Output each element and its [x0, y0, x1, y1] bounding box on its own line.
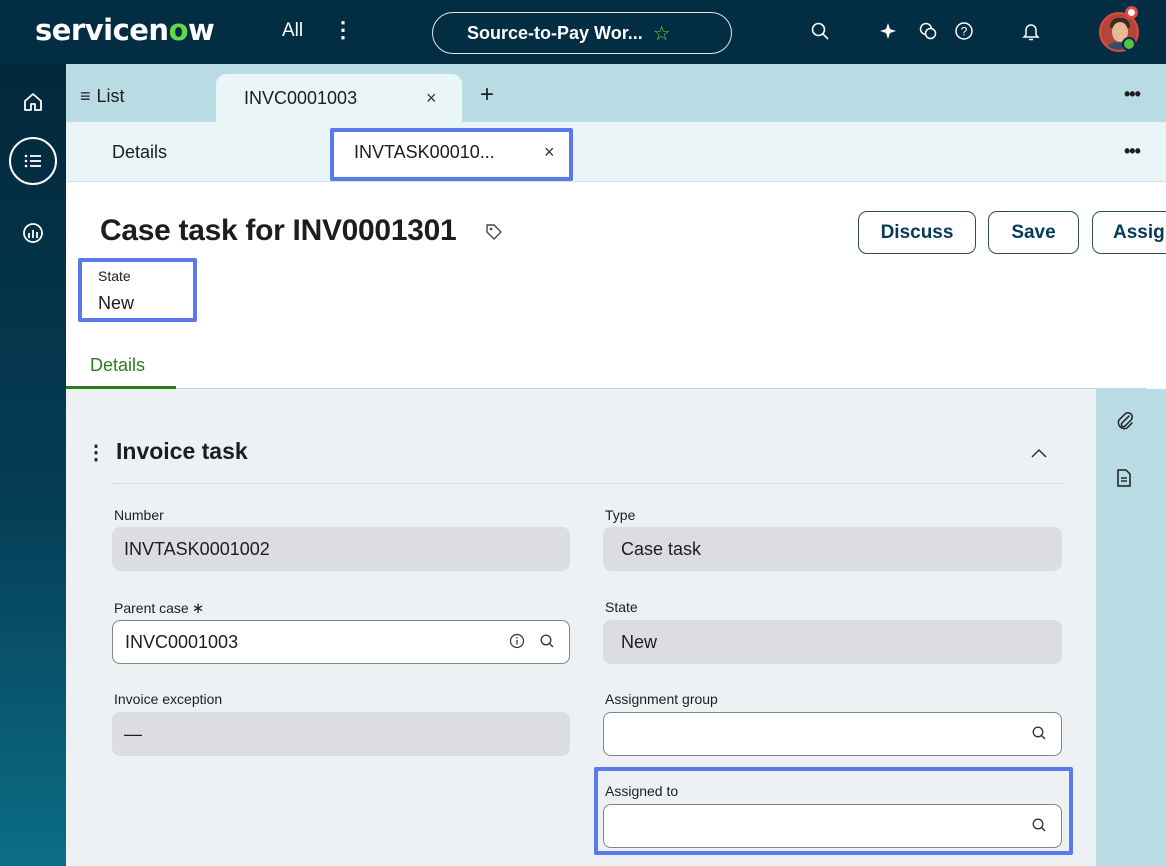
add-tab-icon[interactable]: + — [480, 81, 494, 109]
assign-button[interactable]: Assig — [1092, 211, 1166, 254]
tag-icon[interactable] — [484, 222, 504, 247]
discuss-button[interactable]: Discuss — [858, 211, 976, 254]
notifications-bell-icon[interactable] — [1017, 17, 1045, 45]
state-label: State — [605, 599, 638, 615]
highlight-box-state — [78, 258, 197, 322]
right-rail — [1096, 389, 1166, 866]
section-menu-icon[interactable]: ⋮ — [86, 440, 106, 465]
lookup-search-icon[interactable] — [1031, 725, 1047, 746]
analytics-icon[interactable] — [9, 209, 57, 257]
tab-details[interactable]: Details — [90, 355, 145, 376]
assigned-to-input[interactable] — [603, 804, 1062, 848]
state-value: New — [621, 631, 658, 652]
sub-tabs: Details INVTASK00010... × ••• — [66, 122, 1166, 182]
sub-tab-details[interactable]: Details — [112, 142, 167, 163]
state-field: New — [603, 620, 1062, 664]
svg-text:?: ? — [961, 25, 968, 39]
sparkle-icon[interactable] — [874, 17, 902, 45]
attachment-paperclip-icon[interactable] — [1115, 410, 1135, 437]
header-state-label: State — [98, 268, 131, 284]
record-tab[interactable]: INVC0001003 × — [216, 74, 462, 122]
list-tab[interactable]: ≡ List — [80, 86, 125, 107]
presence-status-badge — [1122, 37, 1136, 51]
chevron-up-icon[interactable] — [1030, 446, 1048, 464]
page-title: Case task for INV0001301 — [100, 214, 457, 247]
close-subtab-icon[interactable]: × — [544, 142, 555, 163]
document-icon[interactable] — [1115, 468, 1133, 493]
servicenow-logo[interactable]: servicenow — [35, 13, 215, 47]
type-label: Type — [605, 507, 636, 523]
header-state-value: New — [98, 293, 135, 313]
sub-tab-task[interactable]: INVTASK00010... × — [334, 128, 572, 176]
number-value: INVTASK0001002 — [124, 538, 270, 559]
hamburger-icon: ≡ — [80, 86, 91, 106]
section-title: Invoice task — [116, 438, 248, 464]
lookup-search-icon[interactable] — [539, 633, 555, 654]
section-divider — [112, 483, 1062, 484]
parent-case-value: INVC0001003 — [125, 631, 239, 652]
star-icon[interactable]: ☆ — [653, 21, 671, 46]
assignment-group-label: Assignment group — [605, 691, 718, 707]
number-field: INVTASK0001002 — [112, 527, 570, 571]
application-scope-pill[interactable]: Source-to-Pay Wor... ☆ — [432, 12, 732, 54]
assignment-group-input[interactable] — [603, 712, 1062, 756]
lookup-search-icon[interactable] — [1031, 817, 1047, 838]
scope-label: Source-to-Pay Wor... — [467, 22, 643, 43]
assigned-to-label: Assigned to — [605, 783, 679, 799]
sub-task-tab-label: INVTASK00010... — [354, 141, 495, 162]
home-icon[interactable] — [9, 78, 57, 126]
left-navigation — [0, 64, 66, 866]
list-icon[interactable] — [9, 137, 57, 185]
invoice-exception-value: — — [124, 723, 142, 744]
invoice-exception-label: Invoice exception — [114, 691, 223, 707]
avatar-notification-badge — [1125, 6, 1138, 19]
record-tab-label: INVC0001003 — [244, 87, 358, 108]
number-label: Number — [114, 507, 164, 523]
tabs-overflow-menu-icon[interactable]: ••• — [1124, 84, 1141, 105]
parent-case-label: Parent case ∗ — [114, 600, 205, 617]
type-field: Case task — [603, 527, 1062, 571]
required-indicator: ∗ — [191, 600, 205, 617]
list-tab-label: List — [96, 86, 125, 106]
subtabs-overflow-menu-icon[interactable]: ••• — [1124, 141, 1141, 162]
help-icon[interactable]: ? — [950, 17, 978, 45]
top-bar: servicenow All ⋮ Source-to-Pay Wor... ☆ … — [0, 0, 1166, 64]
more-vertical-icon[interactable]: ⋮ — [332, 17, 354, 43]
search-icon[interactable] — [806, 17, 834, 45]
parent-case-input[interactable]: INVC0001003 — [112, 620, 570, 664]
info-icon[interactable] — [509, 633, 525, 654]
all-menu-button[interactable]: All — [282, 20, 303, 42]
workspace-tabs: ≡ List INVC0001003 × + ••• — [66, 64, 1166, 122]
close-tab-icon[interactable]: × — [426, 88, 437, 109]
invoice-exception-field: — — [112, 712, 570, 756]
save-button[interactable]: Save — [988, 211, 1079, 254]
type-value: Case task — [621, 538, 702, 559]
chat-icon[interactable] — [914, 17, 942, 45]
